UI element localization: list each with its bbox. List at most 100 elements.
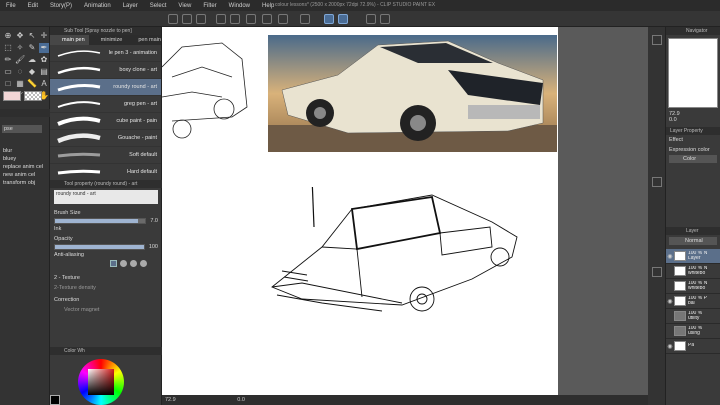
- eyedropper-icon[interactable]: ✎: [27, 43, 37, 53]
- layer-row[interactable]: 100 % utility: [666, 309, 720, 324]
- figure-icon[interactable]: □: [3, 79, 13, 89]
- open-icon[interactable]: [182, 14, 192, 24]
- expression-color-select[interactable]: Color: [669, 155, 717, 163]
- list-item[interactable]: new anim cel: [0, 171, 50, 179]
- brush-size-slider[interactable]: [54, 218, 147, 224]
- stroke-preview: [57, 84, 101, 92]
- brush-item[interactable]: Soft default: [50, 147, 161, 164]
- brush-item[interactable]: le pen 3 - animation: [50, 45, 161, 62]
- view-options-icon[interactable]: [380, 14, 390, 24]
- menu-file[interactable]: File: [0, 3, 22, 9]
- selection-icon[interactable]: ⬚: [3, 43, 13, 53]
- operation-icon[interactable]: ↖: [27, 31, 37, 41]
- antialias-weak-icon[interactable]: [120, 260, 127, 267]
- antialias-strong-icon[interactable]: [140, 260, 147, 267]
- brush-name: Gouache - paint: [117, 135, 157, 141]
- tab-minimize[interactable]: minimize: [89, 35, 127, 45]
- menu-window[interactable]: Window: [223, 3, 256, 9]
- list-item[interactable]: blur: [0, 147, 50, 155]
- move-layer-icon[interactable]: ✛: [39, 31, 49, 41]
- navigator-title: Navigator: [666, 27, 720, 35]
- layer-row[interactable]: 100 % Nwhitebo: [666, 279, 720, 294]
- ruler-icon[interactable]: 📏: [27, 79, 37, 89]
- main-color-swatch[interactable]: [3, 91, 21, 101]
- zoom-icon[interactable]: ⊕: [3, 31, 13, 41]
- layer-thumbnail: [674, 251, 686, 261]
- canvas-area[interactable]: [162, 27, 648, 395]
- layer-row[interactable]: 100 % using: [666, 324, 720, 339]
- layer-property-toggle-icon[interactable]: [652, 177, 662, 187]
- decoration-icon[interactable]: ✿: [39, 55, 49, 65]
- brush-item[interactable]: Gouache - paint: [50, 130, 161, 147]
- snap-special-icon[interactable]: [366, 14, 376, 24]
- eye-icon[interactable]: ◉: [666, 343, 674, 350]
- gradient-icon[interactable]: ▤: [39, 67, 49, 77]
- layer-row[interactable]: ◉ 100 % N Layer: [666, 249, 720, 264]
- pencil-icon[interactable]: ✏: [3, 55, 13, 65]
- brush-name: greg pen - art: [123, 101, 157, 107]
- menu-filter[interactable]: Filter: [197, 3, 222, 9]
- list-item[interactable]: replace anim cel: [0, 163, 50, 171]
- rotation-value[interactable]: 0.0: [237, 397, 245, 403]
- antialias-none-icon[interactable]: [110, 260, 117, 267]
- tab-main-pen[interactable]: main pen: [50, 35, 89, 45]
- snap-grid-icon[interactable]: [338, 14, 348, 24]
- tool-property-title: Tool property (roundy round) - art: [50, 180, 162, 188]
- deselect-icon[interactable]: [300, 14, 310, 24]
- brush-item[interactable]: boxy clone - art: [50, 62, 161, 79]
- text-icon[interactable]: A: [39, 79, 49, 89]
- menu-edit[interactable]: Edit: [22, 3, 44, 9]
- brush-item[interactable]: cube paint - pain: [50, 113, 161, 130]
- brush-item[interactable]: Hard default: [50, 164, 161, 181]
- current-color-swatch[interactable]: [50, 395, 60, 405]
- transform-icon[interactable]: [262, 14, 272, 24]
- clear-icon[interactable]: [246, 14, 256, 24]
- antialias-medium-icon[interactable]: [130, 260, 137, 267]
- canvas-sheet[interactable]: [162, 27, 558, 395]
- eye-icon[interactable]: ◉: [666, 298, 674, 305]
- brush-item[interactable]: greg pen - art: [50, 96, 161, 113]
- layer-row[interactable]: ◉ Pa: [666, 339, 720, 354]
- brush-icon[interactable]: 🖌: [15, 55, 25, 65]
- brush-item-selected[interactable]: roundy round - art: [50, 79, 161, 96]
- auto-select-icon[interactable]: ✧: [15, 43, 25, 53]
- eye-icon[interactable]: ◉: [666, 253, 674, 260]
- menu-animation[interactable]: Animation: [78, 3, 117, 9]
- blend-icon[interactable]: ◌: [15, 67, 25, 77]
- navigator-preview[interactable]: [668, 38, 718, 108]
- redo-icon[interactable]: [230, 14, 240, 24]
- saturation-square[interactable]: [88, 369, 114, 395]
- opacity-slider[interactable]: [54, 244, 145, 250]
- tab-pen-main[interactable]: pen main: [126, 35, 165, 45]
- airbrush-icon[interactable]: ☁: [27, 55, 37, 65]
- action-set-dropdown[interactable]: pse: [2, 125, 42, 133]
- list-item[interactable]: transform obj: [0, 179, 50, 187]
- snap-ruler-icon[interactable]: [324, 14, 334, 24]
- menu-view[interactable]: View: [172, 3, 197, 9]
- navigator-toggle-icon[interactable]: [652, 35, 662, 45]
- layer-toggle-icon[interactable]: [652, 267, 662, 277]
- new-icon[interactable]: [168, 14, 178, 24]
- layer-name: using: [688, 331, 700, 336]
- menu-layer[interactable]: Layer: [117, 3, 144, 9]
- stroke-preview: [57, 101, 101, 108]
- frame-icon[interactable]: ▦: [15, 79, 25, 89]
- eraser-icon[interactable]: ▭: [3, 67, 13, 77]
- move-icon[interactable]: ✥: [15, 31, 25, 41]
- fill-tool-icon[interactable]: ◆: [27, 67, 37, 77]
- pen-icon[interactable]: ✒: [39, 43, 49, 53]
- layer-row[interactable]: ◉ 100 % Pbal: [666, 294, 720, 309]
- zoom-value[interactable]: 72.9: [165, 397, 176, 403]
- fill-icon[interactable]: [278, 14, 288, 24]
- menu-select[interactable]: Select: [144, 3, 173, 9]
- blend-mode-select[interactable]: Normal: [669, 237, 717, 245]
- save-icon[interactable]: [196, 14, 206, 24]
- brush-name: boxy clone - art: [119, 67, 157, 73]
- layer-row[interactable]: 100 % Nwhitebo: [666, 264, 720, 279]
- navigator-rotation[interactable]: 0.0: [666, 117, 720, 123]
- transparent-swatch[interactable]: [24, 91, 42, 101]
- panel-icon-strip: [648, 27, 666, 405]
- list-item[interactable]: bluey: [0, 155, 50, 163]
- menu-story[interactable]: Story(P): [44, 3, 78, 9]
- undo-icon[interactable]: [216, 14, 226, 24]
